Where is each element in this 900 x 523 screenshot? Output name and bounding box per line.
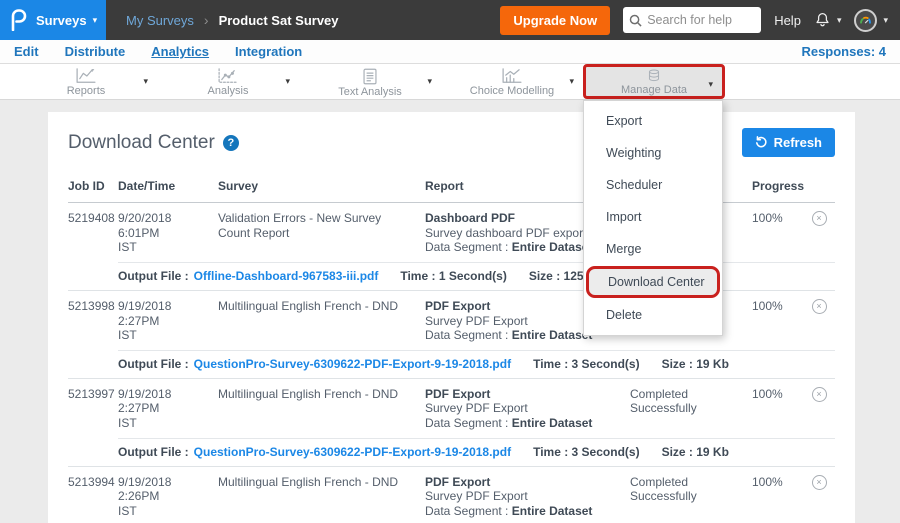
job-progress: 100% xyxy=(752,299,804,343)
trend-chart-icon xyxy=(217,68,239,84)
job-id: 5219408 xyxy=(68,211,118,255)
job-report: PDF Export Survey PDF Export Data Segmen… xyxy=(425,387,630,431)
account-avatar[interactable]: ▾ xyxy=(854,9,888,32)
breadcrumb-separator-icon: › xyxy=(204,12,209,28)
job-output-row: Output File : QuestionPro-Survey-6309622… xyxy=(118,350,835,378)
menu-item-weighting[interactable]: Weighting xyxy=(584,137,722,169)
bar-line-chart-icon xyxy=(501,68,523,84)
tab-edit[interactable]: Edit xyxy=(14,44,39,59)
job-size: Size : 19 Kb xyxy=(662,357,729,371)
chevron-down-icon: ▾ xyxy=(427,76,432,87)
help-search-box xyxy=(623,7,761,33)
job-datetime: 9/19/2018 2:26PM IST xyxy=(118,475,218,519)
job-output-row: Output File : Offline-Dashboard-967583-i… xyxy=(118,262,835,290)
search-icon xyxy=(629,14,642,27)
toolbar-item-analysis[interactable]: Analysis ▾ xyxy=(157,64,299,99)
job-survey: Multilingual English French - DND xyxy=(218,387,425,431)
surveys-app-menu[interactable]: Surveys ▾ xyxy=(0,0,106,40)
job-datetime: 9/20/2018 6:01PM IST xyxy=(118,211,218,255)
menu-item-import[interactable]: Import xyxy=(584,201,722,233)
chevron-down-icon: ▾ xyxy=(883,16,888,25)
chevron-down-icon: ▾ xyxy=(143,76,148,87)
cancel-job-icon[interactable]: × xyxy=(812,299,827,314)
tab-integration[interactable]: Integration xyxy=(235,44,302,59)
job-status: Completed Successfully xyxy=(630,387,752,431)
avatar-gauge-icon xyxy=(854,9,877,32)
chevron-down-icon: ▾ xyxy=(569,76,574,87)
download-center-panel: Download Center ? Refresh Job ID Date/Ti… xyxy=(48,112,855,523)
search-input[interactable] xyxy=(647,13,757,27)
toolbar-item-manage-data[interactable]: Manage Data ▾ xyxy=(583,64,725,99)
menu-item-download-center[interactable]: Download Center xyxy=(586,266,720,298)
help-link[interactable]: Help xyxy=(774,13,801,28)
questionpro-logo xyxy=(10,9,27,31)
menu-item-export[interactable]: Export xyxy=(584,105,722,137)
job-time: Time : 1 Second(s) xyxy=(400,269,506,283)
job-survey: Validation Errors - New Survey Count Rep… xyxy=(218,211,425,255)
job-datetime: 9/19/2018 2:27PM IST xyxy=(118,299,218,343)
job-report: PDF Export Survey PDF Export Data Segmen… xyxy=(425,475,630,519)
analytics-toolbar: Reports ▾ Analysis ▾ Text Analysis ▾ Cho… xyxy=(0,64,900,100)
toolbar-item-choice-modelling[interactable]: Choice Modelling ▾ xyxy=(441,64,583,99)
help-question-icon[interactable]: ? xyxy=(223,135,239,151)
refresh-button[interactable]: Refresh xyxy=(742,128,835,157)
page-title: Download Center xyxy=(68,132,215,154)
job-progress: 100% xyxy=(752,211,804,255)
job-time: Time : 3 Second(s) xyxy=(533,445,639,459)
col-actions xyxy=(804,179,834,193)
toolbar-item-text-analysis[interactable]: Text Analysis ▾ xyxy=(299,64,441,99)
chevron-down-icon: ▾ xyxy=(285,76,290,87)
manage-data-menu: Export Weighting Scheduler Import Merge … xyxy=(583,100,723,336)
col-survey: Survey xyxy=(218,179,425,193)
chevron-down-icon: ▾ xyxy=(837,16,842,25)
job-size: Size : 19 Kb xyxy=(662,445,729,459)
breadcrumb: My Surveys › Product Sat Survey xyxy=(126,0,339,40)
breadcrumb-current: Product Sat Survey xyxy=(219,13,339,28)
job-progress: 100% xyxy=(752,387,804,431)
col-date-time: Date/Time xyxy=(118,179,218,193)
job-id: 5213998 xyxy=(68,299,118,343)
job-id: 5213997 xyxy=(68,387,118,431)
job-progress: 100% xyxy=(752,475,804,519)
menu-item-scheduler[interactable]: Scheduler xyxy=(584,169,722,201)
surveys-menu-label: Surveys xyxy=(36,13,87,28)
job-time: Time : 3 Second(s) xyxy=(533,357,639,371)
menu-item-merge[interactable]: Merge xyxy=(584,233,722,265)
output-file-link[interactable]: QuestionPro-Survey-6309622-PDF-Export-9-… xyxy=(194,445,511,459)
job-output-row: Output File : QuestionPro-Survey-6309622… xyxy=(118,438,835,466)
table-row: 5213997 9/19/2018 2:27PM IST Multilingua… xyxy=(68,379,835,467)
output-file-link[interactable]: Offline-Dashboard-967583-iii.pdf xyxy=(194,269,379,283)
refresh-icon xyxy=(755,136,768,149)
upgrade-now-button[interactable]: Upgrade Now xyxy=(500,6,610,35)
menu-item-delete[interactable]: Delete xyxy=(584,299,722,331)
tab-analytics[interactable]: Analytics xyxy=(151,44,209,59)
breadcrumb-my-surveys[interactable]: My Surveys xyxy=(126,13,194,28)
table-row: 5213994 9/19/2018 2:26PM IST Multilingua… xyxy=(68,467,835,523)
document-text-icon xyxy=(362,68,378,85)
cancel-job-icon[interactable]: × xyxy=(812,211,827,226)
job-survey: Multilingual English French - DND xyxy=(218,299,425,343)
survey-nav-tabs: Edit Distribute Analytics Integration Re… xyxy=(0,40,900,64)
topbar: Surveys ▾ My Surveys › Product Sat Surve… xyxy=(0,0,900,40)
app-window: Surveys ▾ My Surveys › Product Sat Surve… xyxy=(0,0,900,523)
job-survey: Multilingual English French - DND xyxy=(218,475,425,519)
database-icon xyxy=(645,69,663,83)
chevron-down-icon: ▾ xyxy=(708,79,713,90)
col-progress: Progress xyxy=(752,179,804,193)
job-status: Completed Successfully xyxy=(630,475,752,519)
responses-count: Responses: 4 xyxy=(801,44,886,59)
line-chart-icon xyxy=(75,68,97,84)
cancel-job-icon[interactable]: × xyxy=(812,387,827,402)
toolbar-item-reports[interactable]: Reports ▾ xyxy=(15,64,157,99)
tab-distribute[interactable]: Distribute xyxy=(65,44,126,59)
col-job-id: Job ID xyxy=(68,179,118,193)
job-datetime: 9/19/2018 2:27PM IST xyxy=(118,387,218,431)
topbar-actions: Upgrade Now Help ▾ xyxy=(500,0,900,40)
output-file-link[interactable]: QuestionPro-Survey-6309622-PDF-Export-9-… xyxy=(194,357,511,371)
job-id: 5213994 xyxy=(68,475,118,519)
main-content: Download Center ? Refresh Job ID Date/Ti… xyxy=(0,100,900,523)
chevron-down-icon: ▾ xyxy=(93,16,98,25)
notifications-bell-icon[interactable]: ▾ xyxy=(814,11,842,29)
cancel-job-icon[interactable]: × xyxy=(812,475,827,490)
